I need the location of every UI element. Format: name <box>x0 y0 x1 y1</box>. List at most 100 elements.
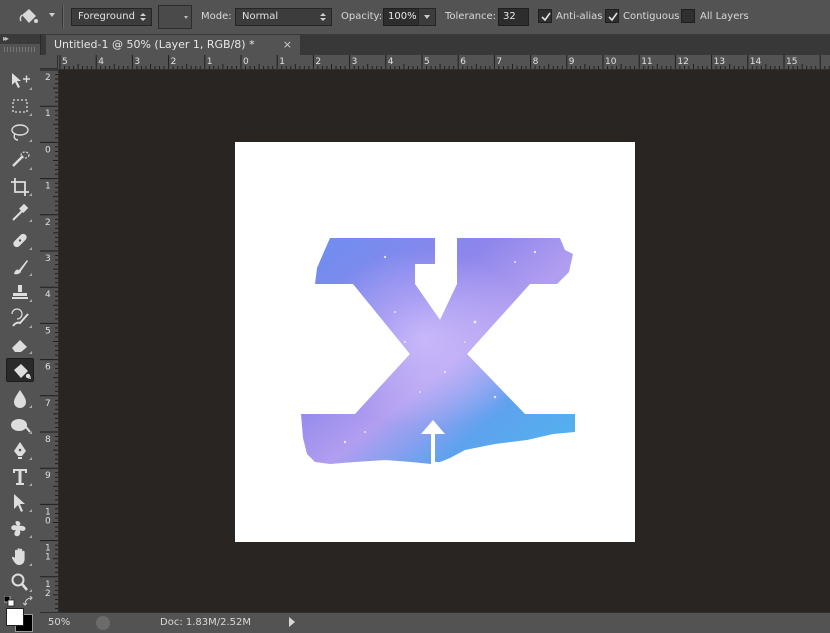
tool-group-indicator <box>29 431 32 434</box>
all-layers-checkbox[interactable] <box>681 9 695 23</box>
type-tool-button[interactable] <box>6 464 34 488</box>
ruler-label: 1 <box>279 57 285 67</box>
blur-tool-button[interactable] <box>6 386 34 410</box>
tool-group-indicator <box>29 563 32 566</box>
ruler-label: 1 <box>45 553 51 563</box>
history-brush-tool-icon <box>11 308 29 327</box>
options-bar: Foreground Mode: Normal Opacity: 100% To… <box>0 0 830 35</box>
lasso-tool-button[interactable] <box>6 120 34 144</box>
ruler-label: 3 <box>134 57 140 67</box>
watercolor-x-artwork <box>301 238 575 464</box>
tool-group-indicator <box>29 273 32 276</box>
tool-group-indicator <box>29 535 32 538</box>
quick-selection-tool-button[interactable] <box>6 148 34 172</box>
ruler-label: 0 <box>45 145 51 155</box>
close-tab-icon[interactable]: × <box>283 35 292 55</box>
tools-panel: ▸▸ <box>0 34 41 632</box>
paint-bucket-tool-button[interactable] <box>6 358 34 382</box>
mode-value: Normal <box>242 11 279 22</box>
opacity-input[interactable]: 100% <box>383 8 419 26</box>
mode-select[interactable]: Normal <box>235 8 332 26</box>
fill-source-value: Foreground <box>78 11 135 22</box>
brush-tool-button[interactable] <box>6 254 34 278</box>
ruler-label: 8 <box>45 435 51 445</box>
dodge-tool-button[interactable] <box>6 412 34 436</box>
zoom-level[interactable]: 50% <box>48 616 88 630</box>
opacity-slider-button[interactable] <box>418 8 436 26</box>
fill-source-select[interactable]: Foreground <box>71 8 152 26</box>
ruler-label: 2 <box>45 589 51 599</box>
ruler-label: 3 <box>352 57 358 67</box>
horizontal-ruler-scale: 5 4 3 2 1 0 1 2 3 4 5 6 7 8 9 10 11 12 13 14 15 <box>59 55 830 69</box>
tool-group-indicator <box>29 193 32 196</box>
tool-group-indicator <box>29 325 32 328</box>
all-layers-label: All Layers <box>700 11 749 22</box>
tool-preset-caret-icon[interactable] <box>49 13 55 17</box>
ruler-label: 9 <box>569 57 575 67</box>
tool-group-indicator <box>29 87 32 90</box>
tool-group-indicator <box>29 405 32 408</box>
custom-shape-tool-button[interactable] <box>6 516 34 540</box>
ruler-label: 14 <box>750 57 762 67</box>
history-brush-tool-button[interactable] <box>6 306 34 330</box>
document-canvas[interactable] <box>235 142 635 542</box>
ruler-label: 5 <box>45 326 51 336</box>
clone-stamp-tool-button[interactable] <box>6 280 34 304</box>
document-tab-title: Untitled-1 @ 50% (Layer 1, RGB/8) * <box>54 38 255 51</box>
select-updown-icon <box>140 13 146 21</box>
canvas-workspace[interactable] <box>59 70 830 612</box>
vertical-ruler[interactable]: 210123456789101112 <box>40 69 59 614</box>
hand-tool-button[interactable] <box>6 544 34 568</box>
tools-panel-collapse[interactable]: ▸▸ <box>0 34 40 44</box>
ruler-label: 13 <box>714 57 725 67</box>
horizontal-ruler[interactable]: 5 4 3 2 1 0 1 2 3 4 5 6 7 8 9 10 11 12 13 14 15 <box>58 55 830 70</box>
ruler-label: 2 <box>45 73 51 83</box>
checkmark-icon <box>541 12 551 22</box>
marquee-tool-button[interactable] <box>6 94 34 118</box>
tool-group-indicator <box>29 219 32 222</box>
pen-tool-button[interactable] <box>6 438 34 462</box>
swap-colors-icon[interactable] <box>23 596 35 608</box>
hand-tool-icon <box>11 548 25 565</box>
tool-group-indicator <box>29 457 32 460</box>
dodge-tool-icon <box>11 419 31 433</box>
crop-tool-icon <box>11 178 29 196</box>
document-size: Doc: 1.83M/2.52M <box>160 617 252 628</box>
path-selection-tool-button[interactable] <box>6 490 34 514</box>
paint-bucket-icon[interactable] <box>18 7 40 27</box>
move-tool-button[interactable] <box>6 68 34 92</box>
vertical-ruler-scale: 210123456789101112 <box>40 69 58 614</box>
healing-brush-tool-button[interactable] <box>6 228 34 252</box>
ruler-label: 2 <box>315 57 321 67</box>
select-updown-icon <box>320 13 326 21</box>
ruler-label: 6 <box>45 363 51 373</box>
ruler-label: 1 <box>45 182 51 192</box>
document-tab[interactable]: Untitled-1 @ 50% (Layer 1, RGB/8) * × <box>46 35 300 55</box>
ruler-label: 10 <box>605 57 617 67</box>
tolerance-input[interactable]: 32 <box>498 8 529 26</box>
zoom-proof-icon[interactable] <box>96 616 110 630</box>
anti-alias-label: Anti-alias <box>556 11 603 22</box>
ruler-origin[interactable] <box>40 55 58 69</box>
tool-group-indicator <box>29 509 32 512</box>
default-colors-icon[interactable] <box>4 596 16 608</box>
path-selection-tool-icon <box>14 494 25 512</box>
tool-group-indicator <box>29 167 32 170</box>
checkmark-icon <box>608 12 618 22</box>
zoom-tool-button[interactable] <box>6 570 34 594</box>
contiguous-checkbox[interactable] <box>605 9 619 23</box>
crop-tool-button[interactable] <box>6 174 34 198</box>
eraser-tool-button[interactable] <box>6 332 34 356</box>
anti-alias-checkbox[interactable] <box>538 9 552 23</box>
status-menu-arrow-icon[interactable] <box>289 617 295 627</box>
ruler-label: 6 <box>460 57 466 67</box>
foreground-color-swatch[interactable] <box>6 608 24 626</box>
pattern-caret-icon <box>184 16 188 19</box>
pattern-picker[interactable] <box>158 5 192 29</box>
ruler-label: 1 <box>45 109 51 119</box>
eyedropper-tool-button[interactable] <box>6 200 34 224</box>
lasso-tool-icon <box>11 124 29 141</box>
ruler-label: 1 <box>207 57 213 67</box>
brush-tool-icon <box>14 260 28 275</box>
tools-panel-grip[interactable] <box>4 47 36 52</box>
